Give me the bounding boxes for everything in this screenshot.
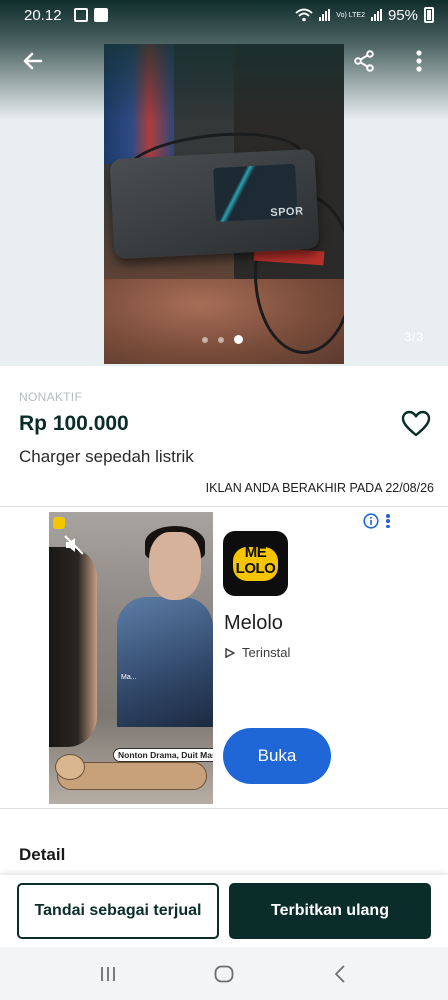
ad-app-name[interactable]: Melolo (224, 612, 283, 635)
nav-home-button[interactable] (204, 954, 244, 994)
lte-indicator: Vo) LTE2 (336, 11, 365, 19)
status-time: 20.12 (24, 6, 62, 24)
more-vertical-icon (416, 50, 422, 72)
ad-app-icon[interactable]: ME LOLO (223, 531, 288, 596)
ad-sticker-text: Nonton Drama, Duit Masuk! (113, 748, 213, 762)
mute-button[interactable] (63, 534, 85, 556)
share-icon (354, 50, 374, 72)
republish-button[interactable]: Terbitkan ulang (229, 883, 431, 939)
signal-icon-2 (370, 9, 382, 21)
divider (0, 506, 448, 507)
gallery-counter: 3/3 (404, 330, 424, 344)
image-gallery[interactable]: SPOR 3/3 (0, 0, 448, 366)
play-flag-icon (225, 647, 235, 658)
listing-status-label: NONAKTIF (19, 390, 83, 404)
charger-device: SPOR (109, 148, 320, 260)
back-button[interactable] (18, 46, 48, 76)
pager-dot[interactable] (202, 336, 208, 343)
chevron-left-icon (335, 964, 345, 983)
recents-icon (101, 966, 115, 981)
gallery-pager (202, 335, 243, 344)
ad-open-button[interactable]: Buka (223, 728, 331, 784)
ad-installed-label: Terinstal (242, 645, 291, 660)
detail-heading: Detail (19, 845, 66, 864)
ad-installed-status: Terinstal (224, 645, 290, 660)
mark-sold-button[interactable]: Tandai sebagai terjual (17, 883, 219, 939)
info-icon (363, 513, 379, 529)
share-button[interactable] (349, 46, 379, 76)
ad-mini-logo (53, 517, 65, 529)
battery-icon (424, 7, 434, 23)
heart-icon (401, 410, 431, 437)
pager-dot-active[interactable] (234, 335, 243, 344)
status-bar: 20.12 Vo) LTE2 95% (0, 0, 448, 30)
arrow-left-icon (23, 52, 43, 70)
ad-info-button[interactable] (363, 513, 379, 529)
more-options-button[interactable] (404, 46, 434, 76)
listing-expiry-text: IKLAN ANDA BERAKHIR PADA 22/08/26 (205, 481, 434, 495)
divider (0, 808, 448, 809)
bottom-action-bar: Tandai sebagai terjual Terbitkan ulang (0, 875, 448, 947)
check-notification-icon (93, 8, 108, 22)
gallery-notification-icon (73, 8, 88, 22)
pager-dot[interactable] (218, 336, 224, 343)
signal-icon (319, 9, 331, 21)
system-nav-bar (0, 947, 448, 1000)
nav-recents-button[interactable] (88, 954, 128, 994)
battery-percent: 95% (387, 6, 418, 24)
wifi-icon (295, 8, 313, 22)
device-brand-text: SPOR (270, 205, 304, 220)
listing-title: Charger sepedah listrik (19, 447, 194, 466)
listing-price: Rp 100.000 (19, 412, 129, 435)
home-icon (214, 965, 234, 982)
favorite-button[interactable] (400, 408, 432, 440)
ad-app-icon-text: ME LOLO (235, 544, 276, 577)
mute-icon (64, 535, 84, 555)
nav-back-button[interactable] (320, 954, 360, 994)
ad-video[interactable]: Ma... Nonton Drama, Duit Masuk! (49, 512, 213, 804)
ad-video-overlay-text: Ma... (121, 674, 137, 681)
ad-more-button[interactable] (385, 514, 391, 528)
ad-sticker: Nonton Drama, Duit Masuk! (55, 746, 213, 792)
